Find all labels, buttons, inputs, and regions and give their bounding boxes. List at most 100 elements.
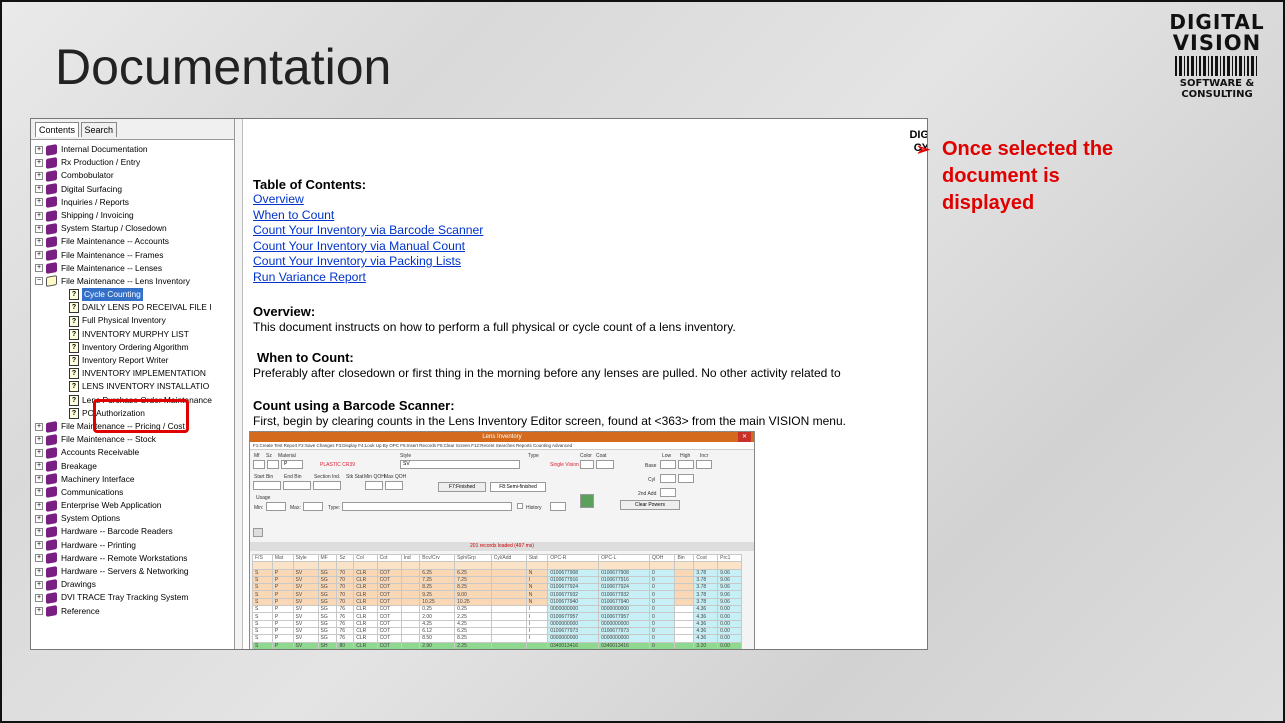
column-header[interactable]: Cost (693, 553, 719, 563)
toc-item[interactable]: + File Maintenance -- Frames (35, 249, 234, 262)
link-barcode-scanner[interactable]: Count Your Inventory via Barcode Scanner (253, 223, 483, 239)
link-packing-lists[interactable]: Count Your Inventory via Packing Lists (253, 254, 483, 270)
column-header[interactable]: Prc1 (717, 553, 742, 563)
link-manual-count[interactable]: Count Your Inventory via Manual Count (253, 239, 483, 255)
toc-item[interactable]: + DVI TRACE Tray Tracking System (35, 591, 234, 604)
expand-icon[interactable]: + (35, 541, 43, 550)
table-row[interactable]: S P SV SG 70 CLR COT 9.25 9.00 N 0100677932 0100677… (252, 590, 742, 599)
toc-item[interactable]: + Enterprise Web Application (35, 499, 234, 512)
expand-icon[interactable]: + (35, 475, 43, 484)
collapse-icon[interactable]: − (35, 277, 43, 286)
start-bin-field[interactable] (253, 481, 281, 490)
toc-item[interactable]: ? INVENTORY MURPHY LIST (35, 328, 234, 341)
toc-item[interactable]: + Digital Surfacing (35, 183, 234, 196)
f8-semi-finished-button[interactable]: F8:Semi-finished (490, 482, 546, 492)
f7-finished-button[interactable]: F7:Finished (438, 482, 486, 492)
close-icon[interactable]: ✕ (737, 432, 751, 442)
grid-icon[interactable] (580, 494, 594, 508)
clear-powers-button[interactable]: Clear Powers (620, 500, 680, 510)
toc-item[interactable]: + Communications (35, 486, 234, 499)
table-row[interactable]: S P SV SG 76 CLR COT 8.50 8.25 I 0000000000 0000000… (252, 634, 742, 643)
expand-icon[interactable]: + (35, 607, 43, 616)
glasses-icon[interactable] (253, 528, 263, 537)
incr-field[interactable] (696, 460, 712, 469)
cyl-low-field[interactable] (660, 474, 676, 483)
min-field[interactable] (266, 502, 286, 511)
expand-icon[interactable]: + (35, 501, 43, 510)
column-header[interactable]: Sz (336, 553, 355, 563)
table-row[interactable]: S P SV SG 70 CLR COT 10.25 10.25 N 0100677940 01006… (252, 597, 742, 607)
expand-icon[interactable]: + (35, 251, 43, 260)
expand-icon[interactable]: + (35, 448, 43, 457)
expand-icon[interactable]: + (35, 488, 43, 497)
sz-field[interactable] (267, 460, 279, 469)
table-row[interactable]: S P SV SG 70 CLR COT 7.25 7.25 I 0100677916 0100677… (252, 575, 742, 585)
tab-contents[interactable]: Contents (35, 122, 80, 137)
toc-item[interactable]: + Inquiries / Reports (35, 196, 234, 209)
toc-item[interactable]: + Breakage (35, 460, 234, 473)
expand-icon[interactable]: + (35, 158, 43, 167)
column-header[interactable]: QOH (649, 553, 676, 563)
high-field[interactable] (678, 460, 694, 469)
expand-icon[interactable]: + (35, 171, 43, 180)
table-row[interactable]: S P SV SG 70 CLR COT 8.25 8.25 N 0100677924 0100677… (252, 583, 742, 592)
column-header[interactable]: Col (353, 553, 378, 563)
expand-icon[interactable]: + (35, 528, 43, 537)
table-row[interactable]: S P SV SG 76 CLR COT 6.12 6.25 I 0100677973 0100677… (252, 626, 742, 636)
column-header[interactable]: Style (292, 553, 319, 563)
coat-field[interactable] (596, 460, 614, 469)
toc-item[interactable]: ? Inventory Ordering Algorithm (35, 341, 234, 354)
toc-item[interactable]: + Combobulator (35, 169, 234, 182)
column-header[interactable]: Bin (674, 553, 695, 563)
add-field[interactable] (660, 488, 676, 497)
column-header[interactable]: Stat (525, 553, 549, 563)
expand-icon[interactable]: + (35, 435, 43, 444)
color-field[interactable] (580, 460, 594, 469)
link-overview[interactable]: Overview (253, 192, 483, 208)
style-field[interactable]: SV (400, 460, 520, 469)
expand-icon[interactable]: + (35, 514, 43, 523)
expand-icon[interactable]: + (35, 593, 43, 602)
toc-item[interactable]: ? Full Physical Inventory (35, 314, 234, 327)
column-header[interactable]: Sph/Grp (454, 553, 492, 563)
expand-icon[interactable]: + (35, 198, 43, 207)
toc-item[interactable]: + Shipping / Invoicing (35, 209, 234, 222)
expand-icon[interactable]: + (35, 237, 43, 246)
table-row[interactable]: S P SV SG 76 CLR COT 2.00 2.25 I 0100677957 0100677… (252, 612, 742, 621)
history-field[interactable] (550, 502, 566, 511)
toc-item[interactable]: + System Options (35, 512, 234, 525)
toc-item[interactable]: + System Startup / Closedown (35, 222, 234, 235)
column-header[interactable]: Mat (271, 553, 294, 563)
min-qoh-field[interactable] (365, 481, 383, 490)
max-qoh-field[interactable] (385, 481, 403, 490)
toc-item[interactable]: + Hardware -- Printing (35, 539, 234, 552)
expand-icon[interactable]: + (35, 422, 43, 431)
material-field[interactable]: P (281, 460, 303, 469)
toc-item[interactable]: ? INVENTORY IMPLEMENTATION (35, 367, 234, 380)
table-row[interactable]: S P SV SG 76 CLR COT 4.25 4.25 I 0000000000 0000000… (252, 619, 742, 628)
expand-icon[interactable]: + (35, 185, 43, 194)
toc-item[interactable]: ? LENS INVENTORY INSTALLATIO (35, 380, 234, 393)
toc-item[interactable]: + Machinery Interface (35, 473, 234, 486)
tab-search[interactable]: Search (80, 122, 118, 137)
column-header[interactable]: Cot (376, 553, 402, 563)
cyl-high-field[interactable] (678, 474, 694, 483)
toc-item[interactable]: + File Maintenance -- Accounts (35, 235, 234, 248)
table-row[interactable]: SPSVSH80CLRCOT3.503.50X03400134240340013… (252, 648, 742, 649)
expand-icon[interactable]: + (35, 145, 43, 154)
toc-item[interactable]: + Drawings (35, 578, 234, 591)
expand-icon[interactable]: + (35, 211, 43, 220)
max-field[interactable] (303, 502, 323, 511)
column-header[interactable]: Ind (400, 553, 421, 563)
table-row[interactable]: S P SV SH 80 CLR COT 2.90 2.25 0340013416 03400134… (252, 641, 742, 649)
low-field[interactable] (660, 460, 676, 469)
toc-item[interactable]: + Accounts Receivable (35, 446, 234, 459)
link-when-to-count[interactable]: When to Count (253, 208, 483, 224)
section-field[interactable] (313, 481, 341, 490)
toc-item[interactable]: + File Maintenance -- Lenses (35, 262, 234, 275)
link-variance-report[interactable]: Run Variance Report (253, 270, 483, 286)
expand-icon[interactable]: + (35, 264, 43, 273)
expand-icon[interactable]: + (35, 567, 43, 576)
table-row[interactable]: S P SV SG 70 CLR COT 6.25 6.25 N 0100677908 0100677… (252, 568, 742, 577)
toc-item[interactable]: + Internal Documentation (35, 143, 234, 156)
